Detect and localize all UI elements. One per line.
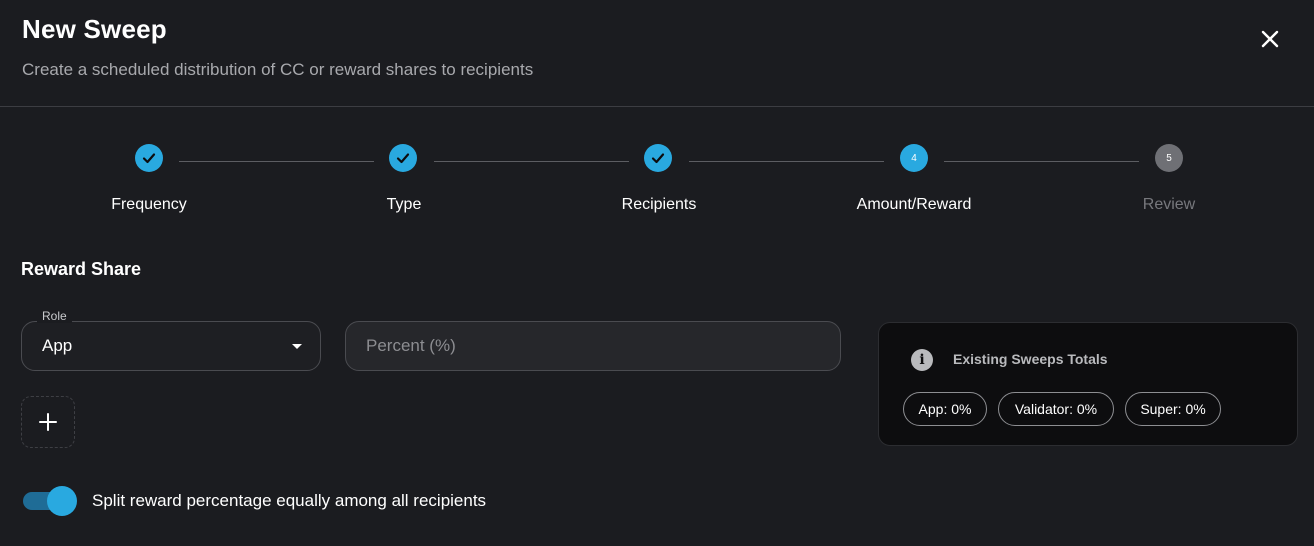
dialog-header: New Sweep Create a scheduled distributio…	[0, 0, 1314, 107]
check-icon	[142, 153, 156, 164]
step-label-frequency: Frequency	[111, 196, 187, 213]
step-label-review: Review	[1142, 196, 1196, 213]
existing-totals-panel: i Existing Sweeps Totals App: 0% Validat…	[878, 322, 1298, 446]
add-role-button[interactable]	[21, 396, 75, 448]
dialog-subtitle: Create a scheduled distribution of CC or…	[22, 60, 534, 79]
step-label-type: Type	[386, 196, 422, 213]
step-marker-amount-reward: 4	[900, 144, 928, 172]
step-marker-frequency	[135, 144, 163, 172]
caret-down-icon	[292, 344, 302, 349]
step-connector	[689, 161, 884, 162]
step-connector	[434, 161, 629, 162]
dialog-title: New Sweep	[22, 14, 167, 44]
step-marker-recipients	[644, 144, 672, 172]
role-select[interactable]: App	[21, 321, 321, 371]
split-toggle[interactable]	[23, 486, 77, 516]
check-icon	[396, 153, 410, 164]
percent-field	[345, 321, 841, 371]
role-field-label: Role	[37, 309, 72, 323]
step-label-recipients: Recipients	[621, 196, 697, 213]
total-chip-app: App: 0%	[903, 392, 987, 426]
step-connector	[179, 161, 374, 162]
total-chip-validator: Validator: 0%	[998, 392, 1114, 426]
split-toggle-label: Split reward percentage equally among al…	[92, 491, 487, 510]
step-connector	[944, 161, 1139, 162]
close-button[interactable]	[1256, 25, 1284, 53]
step-marker-type	[389, 144, 417, 172]
total-chip-super: Super: 0%	[1125, 392, 1221, 426]
percent-input[interactable]	[346, 322, 840, 370]
totals-title: Existing Sweeps Totals	[953, 351, 1108, 367]
toggle-knob	[47, 486, 77, 516]
step-marker-review: 5	[1155, 144, 1183, 172]
close-icon	[1261, 30, 1279, 48]
plus-icon	[39, 413, 57, 431]
role-select-value: App	[42, 336, 73, 355]
info-icon: i	[911, 349, 933, 371]
section-title: Reward Share	[21, 259, 142, 279]
check-icon	[651, 153, 665, 164]
step-label-amount-reward: Amount/Reward	[856, 196, 972, 213]
